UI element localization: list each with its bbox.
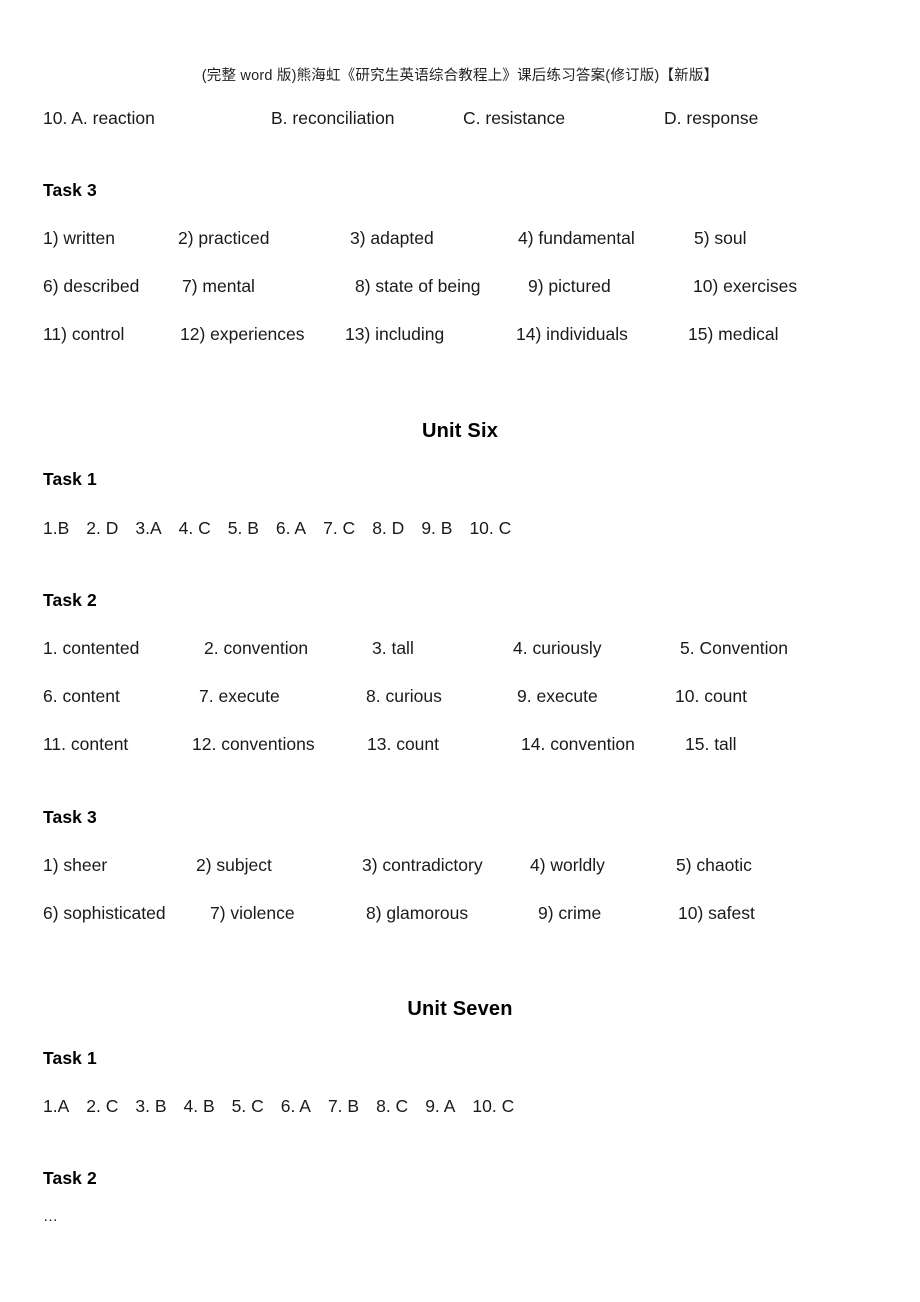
answer-key-item: 3.A xyxy=(135,518,162,538)
answer-key-item: 5. B xyxy=(227,518,259,538)
answer-item: 1. contented xyxy=(43,638,140,658)
answer-key-item: 1.A xyxy=(43,1096,70,1116)
heading-unit-seven: Unit Seven xyxy=(407,998,513,1020)
unit-six-task-2-row-3: 11. content 12. conventions 13. count 14… xyxy=(0,734,920,758)
heading-unit-six: Unit Six xyxy=(421,420,499,442)
answer-item: 3) adapted xyxy=(350,228,434,248)
answer-item: 2. convention xyxy=(204,638,309,658)
answer-item: 8. curious xyxy=(366,686,442,706)
answer-item: 9) pictured xyxy=(528,276,611,296)
answer-key-item: 9. A xyxy=(425,1096,456,1116)
answer-key-item: 8. D xyxy=(372,518,405,538)
unit-six-task-2-row-2: 6. content 7. execute 8. curious 9. exec… xyxy=(0,686,920,710)
answer-item: 4) worldly xyxy=(530,855,605,875)
answer-item: 11. content xyxy=(43,734,129,754)
answer-item: 7. execute xyxy=(199,686,280,706)
answer-key-item: 2. D xyxy=(86,518,119,538)
answer-item: 14. convention xyxy=(521,734,635,754)
document-running-header: (完整 word 版)熊海虹《研究生英语综合教程上》课后练习答案(修订版)【新版… xyxy=(201,68,719,84)
answer-key-item: 10. C xyxy=(469,518,512,538)
answer-item: 3. tall xyxy=(372,638,414,658)
answer-key-item: 6. A xyxy=(275,518,307,538)
unit-five-task-3-row-3: 11) control 12) experiences 13) includin… xyxy=(0,324,920,348)
answer-item: 4. curiously xyxy=(513,638,602,658)
answer-key-item: 9. B xyxy=(421,518,453,538)
answer-item: 12) experiences xyxy=(180,324,305,344)
answer-item: 5. Convention xyxy=(680,638,788,658)
answer-item: 6) described xyxy=(43,276,140,296)
option-b: B. reconciliation xyxy=(271,108,395,128)
answer-item: 13) including xyxy=(345,324,445,344)
answer-key-item: 2. C xyxy=(86,1096,119,1116)
answer-item: 15. tall xyxy=(685,734,737,754)
answer-key-item: 6. A xyxy=(280,1096,311,1116)
unit-five-task-3-row-1: 1) written 2) practiced 3) adapted 4) fu… xyxy=(0,228,920,252)
answer-item: 6) sophisticated xyxy=(43,903,166,923)
answer-key-item: 5. C xyxy=(231,1096,264,1116)
answer-item: 3) contradictory xyxy=(362,855,483,875)
answer-item: 12. conventions xyxy=(192,734,315,754)
unit-six-task-3-row-2: 6) sophisticated 7) violence 8) glamorou… xyxy=(0,903,920,927)
answer-item: 1) sheer xyxy=(43,855,108,875)
answer-item: 8) state of being xyxy=(355,276,481,296)
heading-unit-seven-task-1: Task 1 xyxy=(43,1048,97,1068)
answer-item: 14) individuals xyxy=(516,324,628,344)
answer-item: 11) control xyxy=(43,324,125,344)
answer-item: 5) chaotic xyxy=(676,855,752,875)
answer-key-item: 7. B xyxy=(327,1096,360,1116)
unit-five-task-3-row-2: 6) described 7) mental 8) state of being… xyxy=(0,276,920,300)
answer-item: 10. count xyxy=(675,686,747,706)
option-c: C. resistance xyxy=(463,108,566,128)
document-page: (完整 word 版)熊海虹《研究生英语综合教程上》课后练习答案(修订版)【新版… xyxy=(0,0,920,1302)
answer-item: 2) practiced xyxy=(178,228,270,248)
answer-item: 7) violence xyxy=(210,903,295,923)
heading-unit-six-task-1: Task 1 xyxy=(43,469,97,489)
unit-six-task-2-row-1: 1. contented 2. convention 3. tall 4. cu… xyxy=(0,638,920,662)
question-10-options-row: 10. A. reaction B. reconciliation C. res… xyxy=(0,108,920,132)
option-a: 10. A. reaction xyxy=(43,108,155,128)
answer-item: 8) glamorous xyxy=(366,903,469,923)
answer-item: 15) medical xyxy=(688,324,779,344)
answer-item: 10) safest xyxy=(678,903,755,923)
unit-seven-task-1-answers: 1.A 2. C 3. B 4. B 5. C 6. A 7. B 8. C 9. A 10. C xyxy=(43,1096,514,1117)
answer-item: 7) mental xyxy=(182,276,255,296)
answer-item: 9) crime xyxy=(538,903,602,923)
answer-key-item: 10. C xyxy=(472,1096,515,1116)
content-continuation-ellipsis: … xyxy=(43,1208,59,1225)
answer-key-item: 4. B xyxy=(183,1096,215,1116)
heading-unit-six-task-2: Task 2 xyxy=(43,590,97,610)
heading-unit-five-task-3: Task 3 xyxy=(43,180,97,200)
answer-item: 4) fundamental xyxy=(518,228,635,248)
answer-item: 1) written xyxy=(43,228,115,248)
answer-key-item: 1.B xyxy=(43,518,70,538)
option-d: D. response xyxy=(664,108,759,128)
answer-key-item: 8. C xyxy=(376,1096,409,1116)
unit-six-task-3-row-1: 1) sheer 2) subject 3) contradictory 4) … xyxy=(0,855,920,879)
answer-key-item: 3. B xyxy=(135,1096,167,1116)
answer-key-item: 7. C xyxy=(323,518,356,538)
answer-item: 6. content xyxy=(43,686,120,706)
answer-item: 5) soul xyxy=(694,228,747,248)
heading-unit-six-task-3: Task 3 xyxy=(43,807,97,827)
answer-item: 9. execute xyxy=(517,686,598,706)
answer-item: 2) subject xyxy=(196,855,272,875)
answer-item: 10) exercises xyxy=(693,276,798,296)
answer-key-item: 4. C xyxy=(178,518,211,538)
heading-unit-seven-task-2: Task 2 xyxy=(43,1168,97,1188)
answer-item: 13. count xyxy=(367,734,439,754)
unit-six-task-1-answers: 1.B 2. D 3.A 4. C 5. B 6. A 7. C 8. D 9. B 10. C xyxy=(43,518,511,539)
